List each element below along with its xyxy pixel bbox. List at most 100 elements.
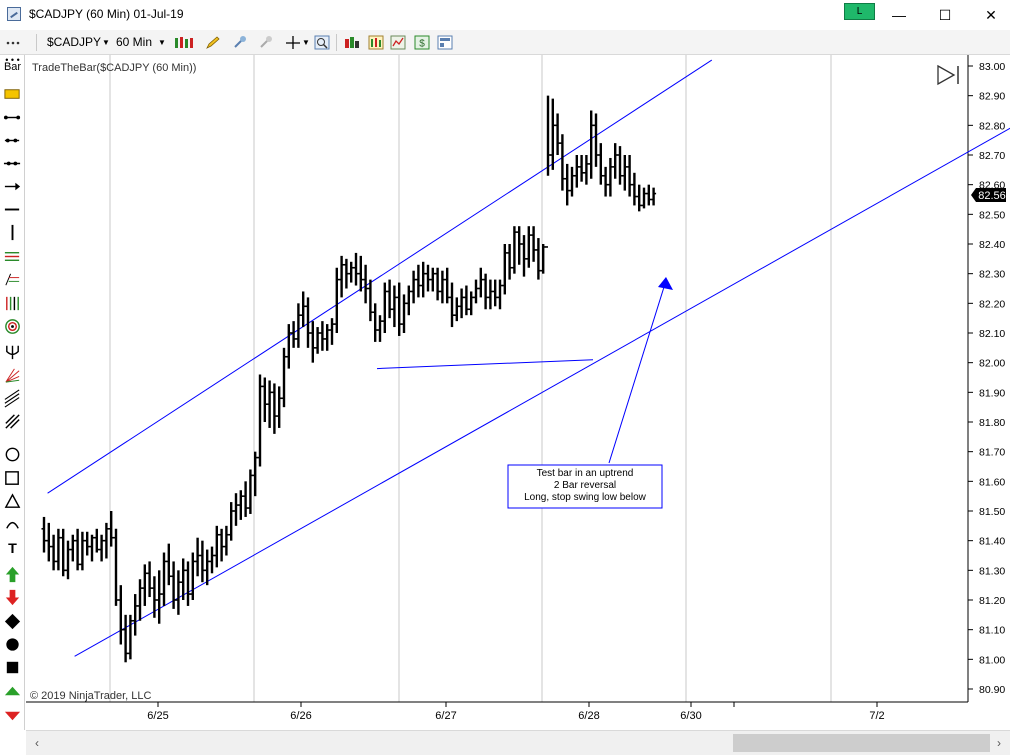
triangle-up-icon[interactable] <box>3 682 22 701</box>
y-tick-label: 82.90 <box>979 91 1005 103</box>
ohlc-bar <box>228 502 234 541</box>
triangle-down-icon[interactable] <box>3 706 22 725</box>
ohlc-bar <box>430 267 436 292</box>
triangle-icon[interactable] <box>3 492 22 511</box>
dot-icon[interactable] <box>3 635 22 654</box>
price-axis[interactable]: 83.0082.9082.8082.7082.6082.5082.4082.30… <box>968 61 1005 696</box>
chevron-down-icon[interactable]: ▼ <box>158 34 166 51</box>
annotation-arrow[interactable] <box>608 277 673 464</box>
crosshair-pin-icon[interactable] <box>232 35 248 50</box>
svg-text:T: T <box>8 541 17 557</box>
grid <box>26 55 969 703</box>
ellipse-icon[interactable] <box>3 445 22 464</box>
data-series-icon[interactable] <box>344 35 360 50</box>
link-button[interactable]: L <box>844 3 875 20</box>
close-button[interactable]: ✕ <box>968 0 1010 30</box>
scroll-right-icon[interactable]: › <box>992 735 1006 751</box>
ruler-icon[interactable] <box>3 85 22 104</box>
ohlc-bar <box>103 522 109 559</box>
line-icon[interactable] <box>3 108 22 127</box>
crosshair-icon[interactable] <box>285 35 301 50</box>
pencil-icon[interactable] <box>205 35 221 50</box>
chart-panel[interactable]: 83.00 82.90 82.80 82.70 82.60 82.50 82.40 82.30… <box>26 55 1010 730</box>
copyright-text: © 2019 NinjaTrader, LLC <box>30 690 151 702</box>
fibonacci-retracement-icon[interactable] <box>3 247 22 266</box>
ohlc-bar <box>324 324 330 351</box>
chart-label: TradeTheBar($CADJPY (60 Min)) <box>32 62 196 74</box>
svg-text:$: $ <box>419 39 425 50</box>
ohlc-bar <box>636 184 642 212</box>
support-line[interactable] <box>376 359 594 370</box>
ohlc-bar <box>473 279 479 304</box>
indicators-icon[interactable] <box>368 35 384 50</box>
ohlc-bar <box>516 226 522 265</box>
ohlc-bar <box>463 285 469 316</box>
ohlc-bar <box>531 226 537 262</box>
skip-to-end-icon[interactable] <box>937 64 959 86</box>
chevron-down-icon[interactable]: ▼ <box>302 34 310 51</box>
regression-channel-icon[interactable] <box>3 389 22 408</box>
ohlc-bar <box>348 261 354 283</box>
horizontal-line-icon[interactable] <box>3 200 22 219</box>
price-chart[interactable]: 83.0082.9082.8082.7082.6082.5082.4082.30… <box>26 55 1010 730</box>
text-icon[interactable]: T <box>3 538 22 557</box>
ohlc-bar <box>233 493 239 526</box>
ohlc-bar <box>94 528 100 553</box>
strategies-icon[interactable] <box>390 35 406 50</box>
fibonacci-timezones-icon[interactable] <box>3 294 22 313</box>
bar-type-icon[interactable] <box>174 35 193 50</box>
fibonacci-circle-icon[interactable] <box>3 317 22 336</box>
arrow-up-icon[interactable] <box>3 565 22 584</box>
ohlc-bar <box>526 226 532 268</box>
gann-fan-icon[interactable] <box>3 366 22 385</box>
maximize-button[interactable]: ☐ <box>922 0 968 30</box>
ohlc-bar <box>214 525 220 568</box>
x-tick-label: 6/26 <box>290 710 311 722</box>
ohlc-bar <box>142 564 148 606</box>
trend-channel-icon[interactable] <box>3 412 22 431</box>
ohlc-bar <box>51 534 57 571</box>
fibonacci-extension-icon[interactable] <box>3 270 22 289</box>
scroll-left-icon[interactable]: ‹ <box>30 735 44 751</box>
ohlc-bar <box>238 490 244 520</box>
instrument-selector[interactable]: $CADJPY <box>47 34 101 51</box>
scrollbar-thumb[interactable] <box>733 734 990 752</box>
bar-mode-label[interactable]: Bar <box>3 59 22 75</box>
ohlc-bar <box>199 540 205 583</box>
ray-icon[interactable] <box>3 131 22 150</box>
ohlc-bar <box>478 267 484 298</box>
ohlc-bar <box>271 383 277 434</box>
window-title: $CADJPY (60 Min) 01-Jul-19 <box>29 7 184 21</box>
arrow-down-icon[interactable] <box>3 588 22 607</box>
minimize-button[interactable]: — <box>876 0 922 30</box>
y-tick-label: 82.20 <box>979 298 1005 310</box>
diamond-icon[interactable] <box>3 612 22 631</box>
ohlc-bar <box>497 279 503 310</box>
y-tick-label: 81.30 <box>979 565 1005 577</box>
dots-handle-icon[interactable] <box>5 35 21 50</box>
upper-channel-line[interactable] <box>47 59 713 494</box>
zoom-icon[interactable] <box>314 35 330 50</box>
ohlc-bar <box>315 327 321 354</box>
arrow-line-icon[interactable] <box>3 177 22 196</box>
ohlc-bar <box>219 528 225 562</box>
ohlc-bar <box>223 525 229 556</box>
chevron-down-icon[interactable]: ▼ <box>102 34 110 51</box>
interval-selector[interactable]: 60 Min <box>116 34 152 51</box>
dollar-icon[interactable]: $ <box>414 35 430 50</box>
y-tick-label: 81.60 <box>979 476 1005 488</box>
properties-icon[interactable] <box>437 35 453 50</box>
vertical-line-icon[interactable] <box>3 223 22 242</box>
time-axis[interactable]: 6/25 6/26 6/27 6/28 6/30 7/2 <box>147 702 885 722</box>
arc-icon[interactable] <box>3 515 22 534</box>
andrews-pitchfork-icon[interactable] <box>3 342 22 361</box>
ohlc-bar <box>46 522 52 562</box>
annotation-box[interactable]: Test bar in an uptrend 2 Bar reversal Lo… <box>507 464 663 509</box>
rectangle-icon[interactable] <box>3 469 22 488</box>
horizontal-scrollbar[interactable]: ‹ › <box>26 730 1010 755</box>
square-icon[interactable] <box>3 658 22 677</box>
ohlc-bar <box>41 516 47 553</box>
ohlc-bar <box>127 614 133 660</box>
pin-disabled-icon[interactable] <box>258 35 274 50</box>
extended-line-icon[interactable] <box>3 154 22 173</box>
